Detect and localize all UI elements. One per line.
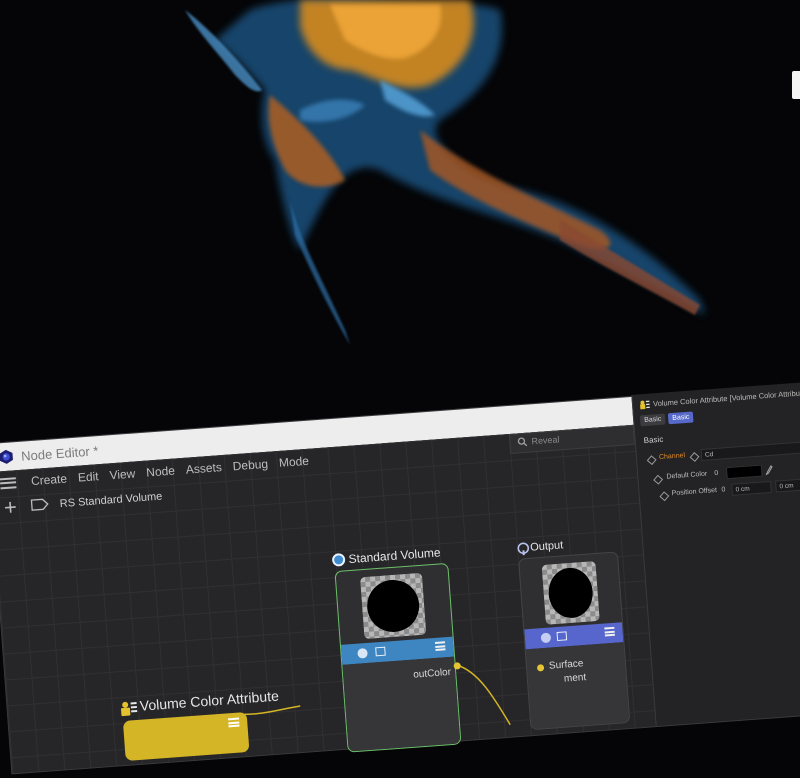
node-editor-window: Node Editor * Standard Volume outColor O… xyxy=(0,378,800,775)
add-node-icon[interactable]: + xyxy=(3,494,18,520)
attribute-manager-panel: Volume Color Attribute [Volume Color Att… xyxy=(631,378,800,727)
output-preview-image-icon[interactable] xyxy=(556,631,568,642)
standard-volume-body: outColor xyxy=(334,562,462,753)
port-surface-label: Surface xyxy=(548,658,584,672)
position-offset-keyframe-icon[interactable] xyxy=(659,491,670,502)
output-type-icon xyxy=(540,632,552,644)
section-basic-title: Basic xyxy=(643,434,664,446)
port-outcolor-label: outColor xyxy=(412,666,452,681)
output-menu-icon[interactable] xyxy=(604,626,615,637)
output-preview xyxy=(541,561,600,625)
tag-icon[interactable] xyxy=(30,498,49,511)
output-icon xyxy=(517,542,530,556)
color-picker-icon[interactable] xyxy=(765,465,774,476)
channel-keyframe-icon[interactable] xyxy=(646,455,657,466)
output-body: Surface ment xyxy=(518,551,631,731)
channel-label: Channel xyxy=(658,452,686,462)
hamburger-menu-icon[interactable] xyxy=(0,476,17,489)
search-icon xyxy=(517,437,528,447)
menu-assets[interactable]: Assets xyxy=(185,460,222,477)
position-offset-row: Position Offset 0 0 cm 0 cm xyxy=(639,475,800,502)
channel-override-icon[interactable] xyxy=(689,452,700,462)
position-offset-x-field[interactable]: 0 cm xyxy=(731,480,772,496)
standard-volume-icon xyxy=(332,553,346,567)
standard-volume-preview xyxy=(359,572,427,640)
tab-basic-2[interactable]: Basic xyxy=(667,411,694,425)
cinema4d-logo-icon xyxy=(0,449,13,464)
channel-value-field[interactable]: Cd xyxy=(700,438,800,461)
menu-node[interactable]: Node xyxy=(146,464,176,480)
menu-debug[interactable]: Debug xyxy=(232,457,268,474)
attribute-header-title: Volume Color Attribute [Volume Color Att… xyxy=(652,387,800,409)
port-surface[interactable] xyxy=(536,664,545,672)
attribute-node-icon xyxy=(640,400,650,410)
menu-view[interactable]: View xyxy=(109,467,136,483)
node-menu-icon[interactable] xyxy=(434,641,446,651)
window-title: Node Editor * xyxy=(20,443,99,464)
attribute-tabs: Basic Basic xyxy=(639,411,697,427)
output-title: Output xyxy=(529,539,564,554)
tab-basic-1[interactable]: Basic xyxy=(639,413,666,427)
standard-volume-ports: outColor xyxy=(342,656,461,752)
output-ports: Surface ment xyxy=(525,642,630,730)
default-color-row: Default Color 0 xyxy=(638,459,800,485)
volume-type-icon xyxy=(357,647,368,659)
tilted-editor-layer: Node Editor * Standard Volume outColor O… xyxy=(0,0,800,775)
viewport-side-badge xyxy=(792,71,800,99)
menu-create[interactable]: Create xyxy=(31,472,68,489)
menu-mode[interactable]: Mode xyxy=(278,454,309,470)
preview-image-icon[interactable] xyxy=(375,646,386,657)
volume-color-attribute-icon xyxy=(120,701,138,717)
position-offset-label: Position Offset xyxy=(671,486,718,498)
default-color-keyframe-icon[interactable] xyxy=(653,474,664,485)
search-placeholder: Reveal xyxy=(531,434,560,447)
default-color-label: Default Color xyxy=(666,470,708,481)
volume-color-menu-icon[interactable] xyxy=(227,717,240,728)
default-color-swatch[interactable] xyxy=(725,464,763,480)
breadcrumb[interactable]: RS Standard Volume xyxy=(59,491,162,510)
position-offset-y-field[interactable]: 0 cm xyxy=(775,477,800,493)
menu-edit[interactable]: Edit xyxy=(77,469,99,484)
port-displacement-label: ment xyxy=(563,672,587,685)
